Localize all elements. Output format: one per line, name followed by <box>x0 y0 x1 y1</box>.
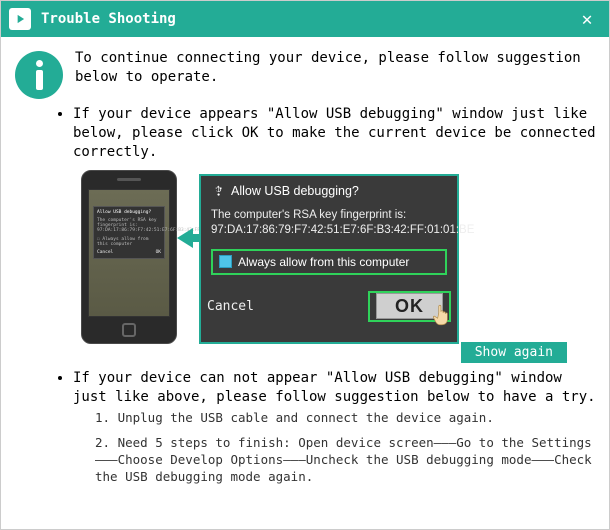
phone-mockup: Allow USB debugging? The computer's RSA … <box>81 170 177 344</box>
bullet-2: If your device can not appear "Allow USB… <box>73 369 599 407</box>
popup-title: Allow USB debugging? <box>231 184 359 198</box>
phone-ok: OK <box>156 250 161 255</box>
popup-fp-value: 97:DA:17:86:79:F7:42:51:E7:6F:B3:42:FF:0… <box>211 224 474 236</box>
info-icon <box>15 51 63 99</box>
phone-dialog-always: ☐ Always allow from this computer <box>97 237 161 247</box>
phone-cancel: Cancel <box>97 250 113 255</box>
illustration: Allow USB debugging? The computer's RSA … <box>81 170 481 348</box>
popup-cancel-button[interactable]: Cancel <box>207 299 254 314</box>
arrow-icon <box>177 226 201 250</box>
intro-text: To continue connecting your device, plea… <box>75 49 599 87</box>
titlebar: Trouble Shooting ✕ <box>1 1 609 37</box>
window-title: Trouble Shooting <box>41 11 573 27</box>
steps-list: 1. Unplug the USB cable and connect the … <box>95 410 599 486</box>
phone-dialog-fp: The computer's RSA key fingerprint is: 9… <box>97 218 161 234</box>
app-logo-icon <box>9 8 31 30</box>
popup-ok-highlight: OK <box>368 291 451 322</box>
usb-icon <box>211 184 225 198</box>
bullet-1: If your device appears "Allow USB debugg… <box>73 105 599 162</box>
checkbox-icon[interactable] <box>219 255 232 268</box>
usb-debug-popup: Allow USB debugging? The computer's RSA … <box>199 174 459 344</box>
popup-always-row[interactable]: Always allow from this computer <box>211 249 447 275</box>
content-area: To continue connecting your device, plea… <box>1 37 609 504</box>
step-2: 2. Need 5 steps to finish: Open device s… <box>95 435 599 486</box>
hand-pointer-icon <box>429 302 455 328</box>
popup-fp-label: The computer's RSA key fingerprint is: <box>211 209 406 221</box>
step-1: 1. Unplug the USB cable and connect the … <box>95 410 599 427</box>
popup-always-label: Always allow from this computer <box>238 255 409 269</box>
close-icon[interactable]: ✕ <box>573 5 601 33</box>
phone-dialog-title: Allow USB debugging? <box>97 210 161 215</box>
